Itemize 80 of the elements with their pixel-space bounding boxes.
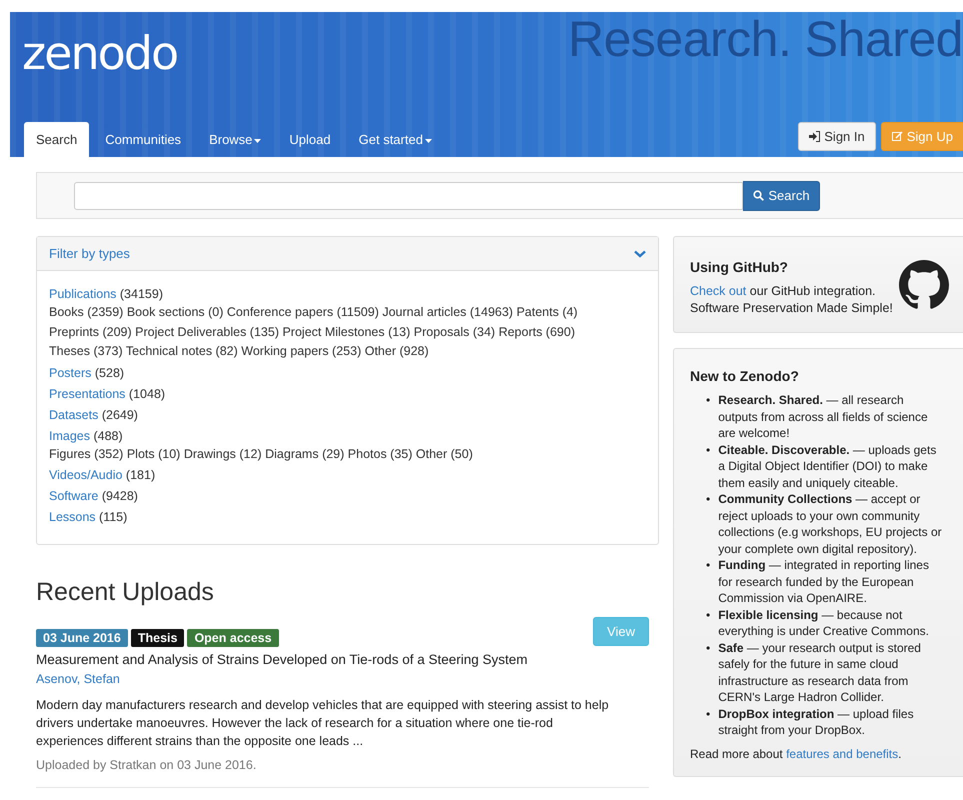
type-link[interactable]: Lessons [49, 510, 96, 524]
bullet: • [706, 640, 710, 656]
bullet: • [706, 442, 710, 458]
subtype-item[interactable]: Conference papers (11509) [226, 305, 379, 319]
feature-item: Research. Shared. — all research outputs from across all fields of science are welcome! [718, 392, 929, 442]
search-button[interactable]: Search [743, 180, 820, 210]
nav-tab[interactable]: Get started [346, 122, 444, 157]
type-link[interactable]: Datasets [49, 408, 98, 422]
subtype-item[interactable]: Diagrams (29) [265, 446, 344, 460]
tagline: Research. Shared [568, 14, 963, 64]
feature-item: Community Collections — accept or reject uploads to your own community collections (e.g workshops, EU projects or your complete own digital repository). [718, 491, 943, 557]
nav-tab[interactable]: Browse [197, 122, 274, 157]
octocat-icon [899, 260, 949, 310]
nav-tab[interactable]: Communities [93, 122, 194, 157]
type-count: (528) [94, 366, 124, 380]
subtype-item[interactable]: Other (50) [416, 446, 473, 460]
github-text: Check out our GitHub integration. Software Preservation Made Simple! [690, 283, 893, 317]
feature-item: Safe — your research output is stored safely for the future in same cloud infrastructure as research data from CERN's Large Hadron Collider. [718, 640, 922, 706]
type-count: (34159) [120, 287, 163, 301]
check-out-link[interactable]: Check out [690, 284, 746, 298]
sign-in-button[interactable]: Sign In [798, 122, 876, 151]
subtype-item[interactable]: Books (2359) [49, 305, 124, 319]
panel-heading: Using GitHub? [690, 259, 789, 275]
section-heading: Recent Uploads [36, 578, 215, 607]
type-count: (115) [99, 510, 128, 524]
type-link[interactable]: Images [49, 428, 90, 442]
feature-item: DropBox integration — upload files straight from your DropBox. [718, 706, 915, 738]
feature-item: Funding — integrated in reporting lines for research funded by the European Commission via OpenAIRE. [718, 557, 930, 606]
type-count: (2649) [102, 408, 138, 422]
subtype-item[interactable]: Technical notes (82) [126, 344, 238, 358]
subtype-item[interactable]: Book sections (0) [126, 305, 224, 319]
author-link[interactable]: Asenov, Stefan [36, 672, 120, 686]
chevron-icon[interactable] [634, 250, 646, 258]
type-count: (181) [126, 468, 156, 482]
subtype-item[interactable]: Preprints (209) [49, 324, 132, 338]
feature-item: Citeable. Discoverable. — uploads gets a Digital Object Identifier (DOI) to make them easily and uniquely citeable. [718, 442, 938, 491]
subtype-item[interactable]: Proposals (34) [414, 324, 496, 338]
record-title[interactable]: Measurement and Analysis of Strains Developed on Tie-rods of a Steering System [36, 652, 659, 667]
type-label: Thesis [130, 629, 184, 647]
type-link[interactable]: Publications [49, 287, 116, 301]
feature-item: Flexible licensing — because not everything is under Creative Commons. [718, 606, 930, 640]
type-count: (488) [93, 428, 123, 442]
subtype-item[interactable]: Figures (352) [49, 446, 124, 460]
bullet: • [706, 557, 710, 574]
subtype-item[interactable]: Working papers (253) [241, 344, 362, 358]
filter-title[interactable]: Filter by types [49, 246, 130, 261]
upload-info: Uploaded by Stratkan on 03 June 2016. [36, 758, 258, 772]
subtype-item[interactable]: Other (928) [364, 344, 429, 358]
subtype-item[interactable]: Reports (690) [498, 324, 575, 338]
read-more-text: Read more about features and benefits. [690, 746, 902, 760]
type-link[interactable]: Posters [49, 366, 92, 380]
search-field[interactable] [74, 182, 743, 210]
search-icon [753, 190, 764, 201]
type-count: (9428) [102, 489, 138, 503]
bullet: • [706, 706, 710, 722]
subtype-item[interactable]: Plots (10) [126, 446, 180, 460]
nav-tab[interactable]: Upload [277, 122, 343, 157]
features-link[interactable]: features and benefits [786, 746, 898, 760]
record-description: Modern day manufacturers research and develop vehicles that are equipped with steering assist to help drivers undertake manoeuvres. However the lack of research for a situation where one tie-rod experiences different strains than the opposite one leads ... [36, 697, 610, 750]
type-link[interactable]: Software [49, 489, 98, 503]
type-link[interactable]: Videos/Audio [49, 468, 122, 482]
nav-tab[interactable]: Search [24, 122, 90, 157]
subtype-item[interactable]: Project Deliverables (135) [135, 324, 279, 338]
bullet: • [706, 491, 710, 508]
panel-heading: New to Zenodo? [690, 368, 800, 384]
subtype-item[interactable]: Project Milestones (13) [282, 324, 410, 338]
bullet: • [706, 606, 710, 624]
bullet: • [706, 392, 710, 409]
edit-icon [892, 131, 903, 142]
sign-in-icon [809, 131, 820, 142]
type-link[interactable]: Presentations [49, 386, 126, 400]
subtype-item[interactable]: Journal articles (14963) [382, 305, 513, 319]
zenodo-logo[interactable]: zenodo [22, 24, 178, 76]
subtype-item[interactable]: Theses (373) [49, 344, 123, 358]
type-count: (1048) [128, 386, 166, 400]
date-label: 03 June 2016 [36, 629, 128, 647]
access-label: Open access [187, 629, 279, 647]
subtype-item[interactable]: Photos (35) [348, 446, 412, 460]
subtype-item[interactable]: Patents (4) [516, 305, 578, 319]
subtype-item[interactable]: Drawings (12) [184, 446, 262, 460]
